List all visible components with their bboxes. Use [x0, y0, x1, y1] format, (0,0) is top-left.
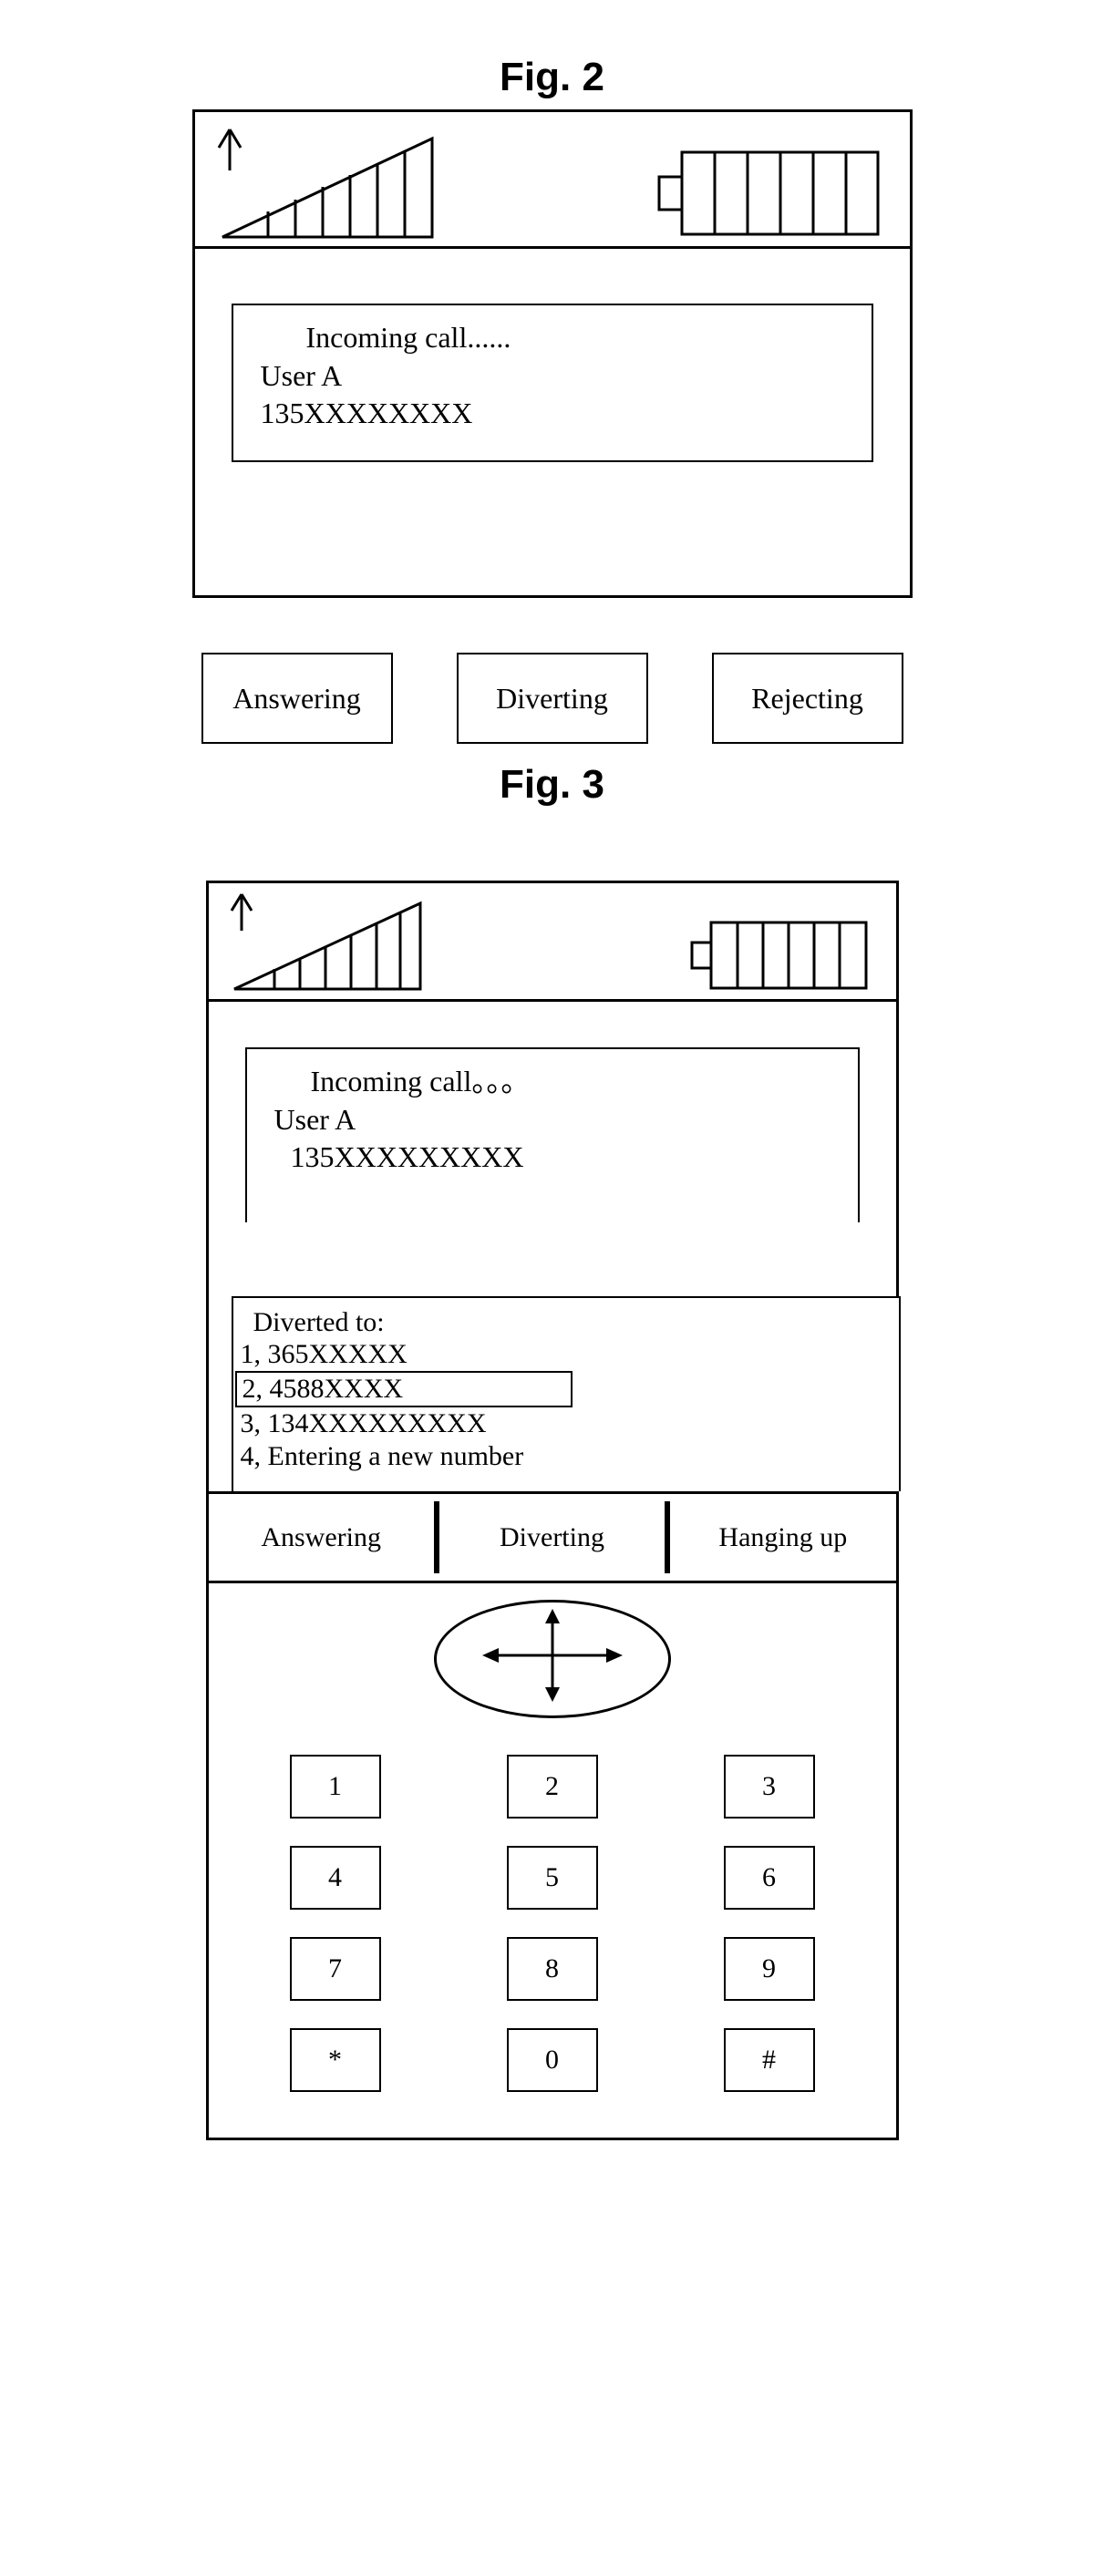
key-7[interactable]: 7: [290, 1937, 381, 2001]
key-3[interactable]: 3: [724, 1755, 815, 1819]
key-8[interactable]: 8: [507, 1937, 598, 2001]
answer-button[interactable]: Answering: [201, 653, 393, 744]
key-hash[interactable]: #: [724, 2028, 815, 2092]
divert-option-1[interactable]: 1, 365XXXXX: [235, 1338, 897, 1371]
caller-number: 135XXXXXXXXX: [291, 1139, 831, 1177]
key-9[interactable]: 9: [724, 1937, 815, 2001]
button-row: Answering Diverting Rejecting: [192, 653, 913, 744]
key-star[interactable]: *: [290, 2028, 381, 2092]
battery-icon: [655, 148, 882, 246]
figure-2: Incoming call...... User A 135XXXXXXXX A…: [192, 109, 913, 744]
caller-name: User A: [274, 1101, 831, 1139]
incoming-call-box: Incoming call。。。 User A 135XXXXXXXXX: [245, 1047, 860, 1222]
phone-screen: Incoming call...... User A 135XXXXXXXX: [192, 109, 913, 598]
divert-option-2[interactable]: 2, 4588XXXX: [235, 1371, 573, 1407]
dpad-arrows-icon: [475, 1605, 630, 1713]
key-6[interactable]: 6: [724, 1846, 815, 1910]
status-bar: [195, 112, 910, 249]
reject-button[interactable]: Rejecting: [712, 653, 903, 744]
divert-option-3[interactable]: 3, 134XXXXXXXXX: [235, 1407, 897, 1440]
status-bar: [209, 883, 896, 1002]
figure-2-title: Fig. 2: [0, 55, 1104, 100]
softkey-hangup[interactable]: Hanging up: [670, 1494, 895, 1581]
dpad[interactable]: [434, 1600, 671, 1718]
incoming-call-box: Incoming call...... User A 135XXXXXXXX: [232, 304, 873, 462]
figure-3-title: Fig. 3: [0, 762, 1104, 808]
divert-option-4[interactable]: 4, Entering a new number: [235, 1440, 897, 1473]
key-0[interactable]: 0: [507, 2028, 598, 2092]
divert-popup: Diverted to: 1, 365XXXXX 2, 4588XXXX 3, …: [232, 1296, 901, 1491]
caller-name: User A: [261, 357, 844, 396]
call-status: Incoming call......: [306, 319, 844, 357]
softkey-answer[interactable]: Answering: [209, 1494, 434, 1581]
caller-number: 135XXXXXXXX: [261, 395, 844, 433]
key-5[interactable]: 5: [507, 1846, 598, 1910]
signal-icon: [227, 887, 428, 999]
keypad: 1 2 3 4 5 6 7 8 9 * 0 #: [209, 1727, 896, 2138]
softkey-divert[interactable]: Diverting: [439, 1494, 665, 1581]
divert-button[interactable]: Diverting: [457, 653, 648, 744]
display-area: Incoming call。。。 User A 135XXXXXXXXX Div…: [209, 1002, 896, 1494]
softkey-row: Answering Diverting Hanging up: [209, 1494, 896, 1583]
dpad-row: [209, 1583, 896, 1727]
figure-3-phone: Incoming call。。。 User A 135XXXXXXXXX Div…: [206, 881, 899, 2140]
signal-icon: [213, 120, 441, 246]
call-status: Incoming call。。。: [311, 1063, 831, 1101]
key-4[interactable]: 4: [290, 1846, 381, 1910]
popup-title: Diverted to:: [253, 1307, 897, 1338]
battery-icon: [688, 919, 871, 999]
key-1[interactable]: 1: [290, 1755, 381, 1819]
key-2[interactable]: 2: [507, 1755, 598, 1819]
